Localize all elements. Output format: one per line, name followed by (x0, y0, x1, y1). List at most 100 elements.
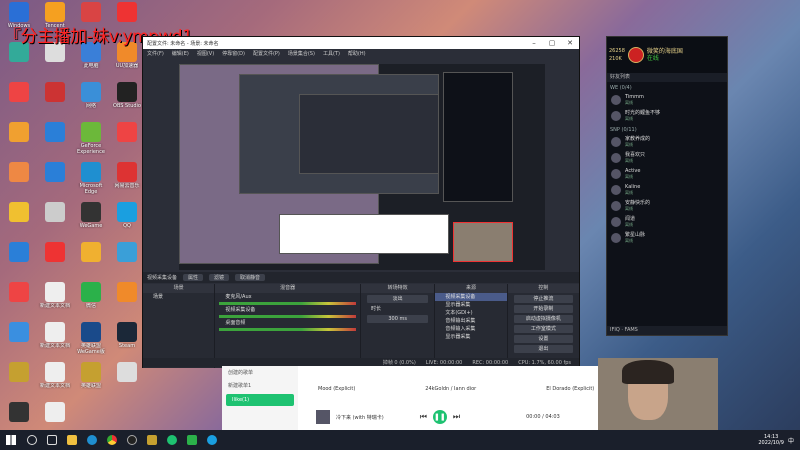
control-button[interactable]: 开始录制 (513, 305, 574, 313)
desktop-icon[interactable] (2, 42, 36, 78)
desktop-icon[interactable] (110, 242, 144, 278)
desktop-icon[interactable] (110, 362, 144, 398)
desktop-icon[interactable] (2, 242, 36, 278)
desktop-icon[interactable]: Steam (110, 322, 144, 358)
filters-button[interactable]: 滤镜 (209, 274, 230, 281)
desktop-icon[interactable]: 英雄联盟 (74, 362, 108, 398)
friend-item[interactable]: Kaline 离线 (607, 182, 727, 198)
desktop-icon[interactable]: QQ (110, 202, 144, 238)
friend-item[interactable]: 时光的鲤鱼不够 离线 (607, 108, 727, 124)
control-button[interactable]: 工作室模式 (513, 325, 574, 333)
source-item[interactable]: 显示器采集 (435, 333, 506, 341)
desktop-icon[interactable] (74, 242, 108, 278)
desktop-icon[interactable]: 新建文本文档 (38, 282, 72, 318)
system-clock[interactable]: 14:13 2022/10/9 (758, 434, 784, 446)
menu-file[interactable]: 文件(F) (147, 50, 164, 57)
play-pause-button[interactable]: ❚❚ (432, 410, 447, 424)
desktop-icon[interactable] (2, 282, 36, 318)
friend-item[interactable]: 我喜欢只 离线 (607, 150, 727, 166)
control-button[interactable]: 退出 (513, 345, 574, 353)
properties-button[interactable]: 属性 (183, 274, 204, 281)
desktop-icon[interactable] (2, 362, 36, 398)
friend-item[interactable]: 安静快乐的 离线 (607, 198, 727, 214)
desktop-icon[interactable] (38, 122, 72, 158)
desktop-icon[interactable] (38, 202, 72, 238)
desktop-icon[interactable]: WeGame (74, 202, 108, 238)
friend-item[interactable]: 家教养成的 离线 (607, 134, 727, 150)
source-item[interactable]: 音频输出采集 (435, 317, 506, 325)
menu-docks[interactable]: 停靠窗(D) (222, 50, 245, 57)
desktop-icon[interactable]: 网易云音乐 (110, 162, 144, 198)
duration-input[interactable]: 300 ms (367, 315, 429, 323)
source-item[interactable]: 视频采集设备 (435, 293, 507, 301)
desktop-icon[interactable] (38, 242, 72, 278)
minimize-icon[interactable]: – (525, 39, 543, 47)
friend-item[interactable]: 闻道 离线 (607, 214, 727, 230)
obs-window[interactable]: 配置文件: 未命名 - 场景: 未命名 – ▢ ✕ 文件(F) 编辑(E) 视图… (142, 36, 580, 368)
file-explorer-icon[interactable] (67, 435, 77, 445)
desktop-icon[interactable] (2, 202, 36, 238)
desktop-icon[interactable] (2, 322, 36, 358)
desktop-icon[interactable] (38, 82, 72, 118)
desktop-icon[interactable]: 微信 (74, 282, 108, 318)
desktop-icon[interactable] (110, 122, 144, 158)
desktop-icon[interactable] (110, 282, 144, 318)
edge-icon[interactable] (87, 435, 97, 445)
control-button[interactable]: 设置 (513, 335, 574, 343)
scene-item[interactable]: 场景 (143, 293, 214, 301)
menu-scene-collection[interactable]: 场景集合(S) (288, 50, 315, 57)
friend-item[interactable]: 繁星山脉 离线 (607, 230, 727, 246)
fade-select[interactable]: 淡出 (367, 295, 429, 303)
control-button[interactable]: 启动虚拟摄像机 (513, 315, 574, 323)
menu-help[interactable]: 帮助(H) (348, 50, 366, 57)
track-row[interactable]: Mood (Explicit) 24kGoldn / Iann dior El … (318, 386, 594, 392)
next-icon[interactable]: ⏭ (453, 412, 460, 422)
sidebar-item[interactable]: 新建歌单1 (222, 379, 298, 392)
desktop-icon[interactable]: GeForce Experience (74, 122, 108, 158)
menu-profile[interactable]: 配置文件(P) (253, 50, 280, 57)
unmute-button[interactable]: 取消静音 (235, 274, 266, 281)
source-item[interactable]: 音频输入采集 (435, 325, 506, 333)
prev-icon[interactable]: ⏮ (420, 412, 427, 422)
desktop-icon[interactable]: 英雄联盟WeGame版 (74, 322, 108, 358)
desktop-icon[interactable]: 新建文本文档 (38, 362, 72, 398)
desktop-icon[interactable] (2, 162, 36, 198)
source-item[interactable]: 文本(GDI+) (435, 309, 506, 317)
search-icon[interactable] (27, 435, 37, 445)
taskview-icon[interactable] (47, 435, 57, 445)
close-icon[interactable]: ✕ (561, 39, 579, 47)
obs-titlebar[interactable]: 配置文件: 未命名 - 场景: 未命名 – ▢ ✕ (143, 37, 579, 49)
control-button[interactable]: 停止推流 (513, 295, 574, 303)
sidebar-item-active[interactable]: Ilike(1) (226, 394, 294, 406)
desktop-icon[interactable]: Microsoft Edge (74, 162, 108, 198)
start-icon[interactable] (6, 435, 16, 445)
obs-preview[interactable] (179, 64, 545, 270)
sidebar-item[interactable]: 创建的歌单 (222, 366, 298, 379)
friend-group[interactable]: SNP (0/11) (607, 124, 727, 134)
friend-item[interactable]: Active 离线 (607, 166, 727, 182)
friend-group[interactable]: WE (0/4) (607, 82, 727, 92)
avatar[interactable] (627, 47, 644, 63)
menu-edit[interactable]: 编辑(E) (172, 50, 189, 57)
league-icon[interactable] (147, 435, 157, 445)
desktop-icon[interactable] (38, 42, 72, 78)
mixer-meter[interactable] (219, 302, 356, 305)
menu-tools[interactable]: 工具(T) (323, 50, 340, 57)
source-item[interactable]: 显示器采集 (435, 301, 506, 309)
desktop-icon[interactable]: 此电脑 (74, 42, 108, 78)
chrome-icon[interactable] (107, 435, 117, 445)
desktop-icon[interactable] (38, 162, 72, 198)
friend-item[interactable]: Timmm 离线 (607, 92, 727, 108)
desktop-icon[interactable] (2, 82, 36, 118)
desktop-icon[interactable]: 新建文本文档 (38, 322, 72, 358)
menu-view[interactable]: 视图(V) (197, 50, 214, 57)
music-icon[interactable] (167, 435, 177, 445)
maximize-icon[interactable]: ▢ (543, 39, 561, 47)
desktop-icon[interactable] (2, 122, 36, 158)
mixer-meter[interactable] (219, 315, 356, 318)
wechat-icon[interactable] (187, 435, 197, 445)
desktop-icon[interactable]: OBS Studio (110, 82, 144, 118)
qq-icon[interactable] (207, 435, 217, 445)
desktop-icon[interactable]: 网络 (74, 82, 108, 118)
obs-icon[interactable] (127, 435, 137, 445)
